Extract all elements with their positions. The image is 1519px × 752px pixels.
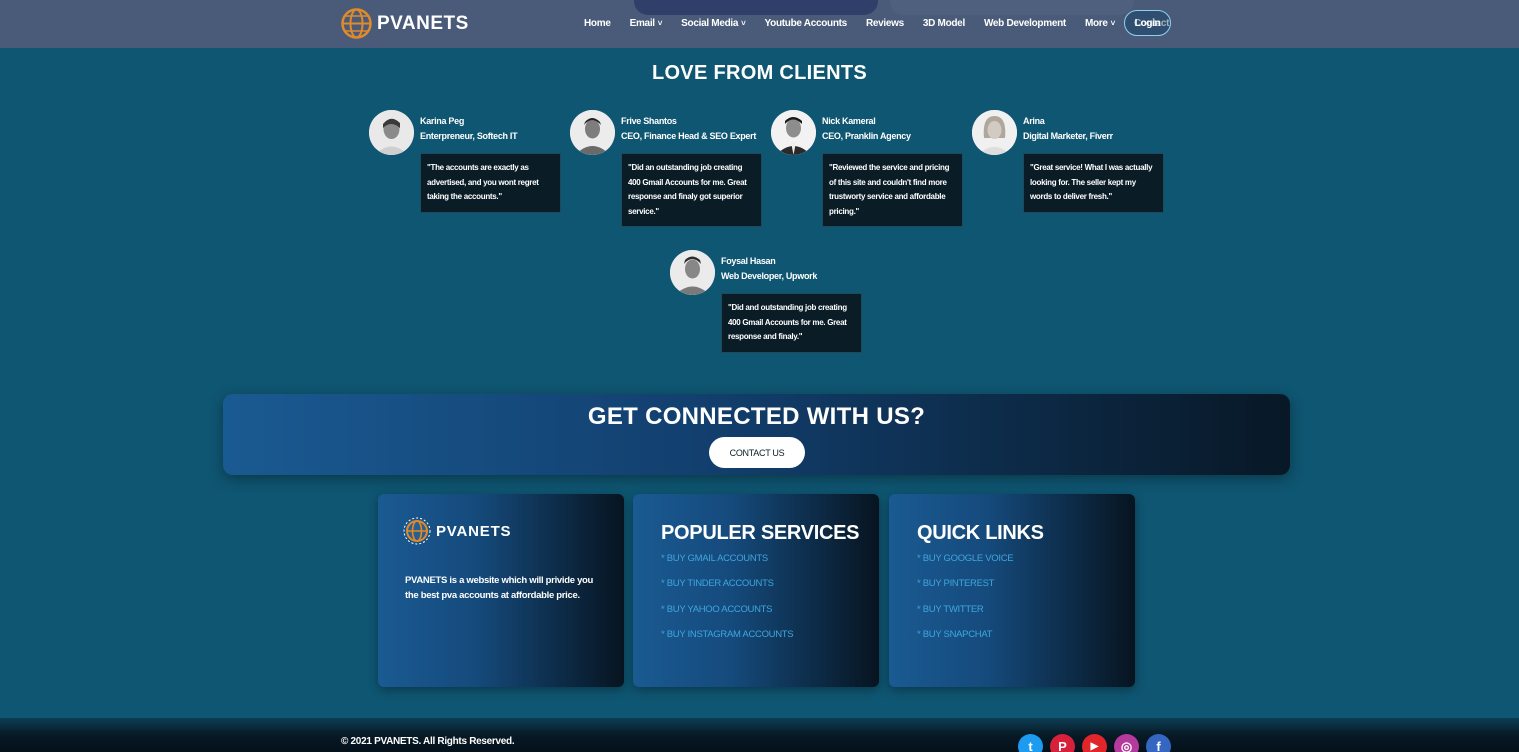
chevron-down-icon: ˅: [657, 18, 663, 28]
testimonial-name: Foysal Hasan: [721, 256, 776, 266]
services-heading: POPULER SERVICES: [661, 522, 860, 544]
globe-icon: [403, 517, 431, 545]
contact-banner-title: GET CONNECTED WITH US?: [587, 403, 926, 430]
instagram-icon[interactable]: ◎: [1114, 734, 1139, 752]
nav-link-home[interactable]: Home: [584, 18, 611, 29]
quick-link-google-voice[interactable]: * BUY GOOGLE VOICE: [917, 553, 1014, 578]
testimonial-name: Arina: [1023, 116, 1045, 126]
footer-brand-name: PVANETS: [436, 522, 512, 540]
testimonial-role: CEO, Pranklin Agency: [822, 131, 911, 141]
nav-link-reviews[interactable]: Reviews: [866, 18, 904, 29]
social-links: t P ▶ ◎ f: [1018, 734, 1171, 752]
quick-link-pinterest[interactable]: * BUY PINTEREST: [917, 578, 1013, 603]
testimonial-quote: "Did an outstanding job creating 400 Gma…: [621, 153, 762, 227]
service-link-instagram[interactable]: * BUY INSTAGRAM ACCOUNTS: [661, 629, 794, 654]
testimonial-role: CEO, Finance Head & SEO Expert: [621, 131, 757, 141]
quick-link-snapchat[interactable]: * BUY SNAPCHAT: [917, 629, 1013, 654]
testimonial-name: Nick Kameral: [822, 116, 876, 126]
pinterest-icon[interactable]: P: [1050, 734, 1075, 752]
brand-name: PVANETS: [377, 12, 469, 34]
service-link-yahoo[interactable]: * BUY YAHOO ACCOUNTS: [661, 604, 793, 629]
quick-links-heading: QUICK LINKS: [917, 522, 1044, 544]
footer-bar: [0, 718, 1519, 752]
services-list: * BUY GMAIL ACCOUNTS * BUY TINDER ACCOUN…: [661, 553, 794, 654]
avatar: [369, 110, 414, 155]
contact-us-button[interactable]: CONTACT US: [709, 437, 805, 468]
top-navbar: PVANETS Home Email ˅ Social Media ˅ Youtub…: [0, 0, 1519, 48]
nav-link-3d-model[interactable]: 3D Model: [923, 18, 965, 29]
nav-link-email[interactable]: Email ˅: [630, 18, 663, 29]
testimonial-quote: "Did and outstanding job creating 400 Gm…: [721, 293, 862, 353]
nav-link-social-media[interactable]: Social Media ˅: [681, 18, 746, 29]
nav-menu: Home Email ˅ Social Media ˅ Youtube Accoun…: [584, 0, 1188, 46]
nav-link-youtube-accounts[interactable]: Youtube Accounts: [765, 18, 848, 29]
testimonial-role: Enterpreneur, Softech IT: [420, 131, 518, 141]
testimonial-role: Digital Marketer, Fiverr: [1023, 131, 1113, 141]
copyright-text: © 2021 PVANETS. All Rights Reserved.: [341, 736, 515, 747]
testimonial-quote: "Great service! What I was actually look…: [1023, 153, 1164, 213]
avatar: [670, 250, 715, 295]
brand-logo[interactable]: PVANETS: [340, 7, 469, 40]
testimonial-quote: "The accounts are exactly as advertised,…: [420, 153, 561, 213]
service-link-tinder[interactable]: * BUY TINDER ACCOUNTS: [661, 578, 793, 603]
avatar: [972, 110, 1017, 155]
contact-banner: GET CONNECTED WITH US? CONTACT US: [223, 394, 1290, 475]
testimonial-name: Karina Peg: [420, 116, 465, 126]
chevron-down-icon: ˅: [741, 18, 746, 28]
youtube-icon[interactable]: ▶: [1082, 734, 1107, 752]
service-link-gmail[interactable]: * BUY GMAIL ACCOUNTS: [661, 553, 793, 578]
testimonials-title: LOVE FROM CLIENTS: [651, 62, 868, 84]
footer-logo[interactable]: PVANETS: [402, 516, 511, 546]
nav-link-more[interactable]: More ˅: [1085, 18, 1115, 29]
about-card: PVANETS PVANETS is a website which will …: [378, 494, 624, 687]
about-description: PVANETS is a website which will privide …: [405, 575, 594, 601]
quick-links-card: QUICK LINKS * BUY GOOGLE VOICE * BUY PIN…: [889, 494, 1135, 687]
testimonial-role: Web Developer, Upwork: [721, 271, 818, 281]
quick-links-list: * BUY GOOGLE VOICE * BUY PINTEREST * BUY…: [917, 553, 1014, 654]
quick-link-twitter[interactable]: * BUY TWITTER: [917, 604, 1013, 629]
services-card: POPULER SERVICES * BUY GMAIL ACCOUNTS * …: [633, 494, 879, 687]
chevron-down-icon: ˅: [1110, 18, 1116, 28]
facebook-icon[interactable]: f: [1146, 734, 1171, 752]
testimonial-name: Frive Shantos: [621, 116, 677, 126]
testimonial-quote: "Reviewed the service and pricing of thi…: [822, 153, 963, 227]
globe-icon: [341, 8, 372, 39]
login-button[interactable]: Login: [1124, 10, 1171, 36]
avatar: [570, 110, 615, 155]
nav-link-web-development[interactable]: Web Development: [984, 18, 1066, 29]
twitter-icon[interactable]: t: [1018, 734, 1043, 752]
avatar: [771, 110, 816, 155]
